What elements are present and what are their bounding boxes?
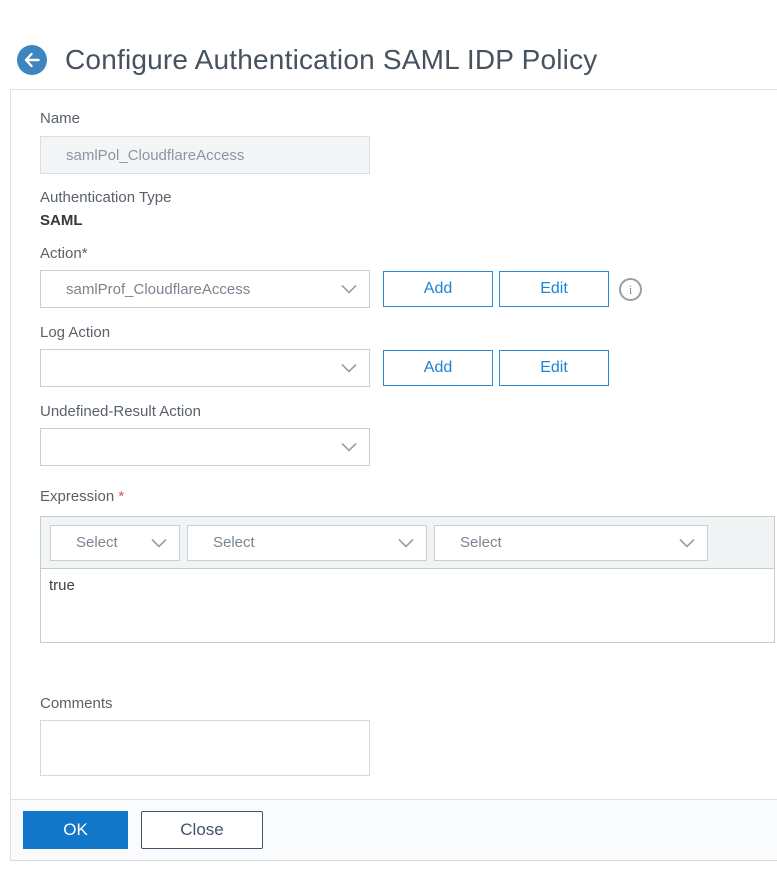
ok-button[interactable]: OK (23, 811, 128, 849)
action-select-value: samlProf_CloudflareAccess (66, 280, 251, 298)
footer-bar: OK Close (11, 799, 777, 861)
back-button[interactable] (17, 45, 47, 75)
action-select[interactable]: samlProf_CloudflareAccess (40, 270, 370, 308)
authentication-type-label: Authentication Type (40, 189, 172, 206)
page-title: Configure Authentication SAML IDP Policy (65, 44, 598, 75)
expression-builder: Select Select Select true (40, 516, 775, 643)
expression-label-text: Expression (40, 488, 115, 505)
chevron-down-icon (341, 442, 357, 452)
chevron-down-icon (679, 538, 695, 547)
comments-field-group: Comments (40, 695, 777, 776)
expression-select-3-placeholder: Select (460, 534, 502, 551)
undefined-result-action-select[interactable] (40, 428, 370, 466)
expression-select-2-placeholder: Select (213, 534, 255, 551)
name-field-group: Name (40, 110, 777, 174)
page: Configure Authentication SAML IDP Policy… (0, 0, 777, 861)
authentication-type-value: SAML (40, 212, 83, 229)
required-asterisk: * (118, 488, 125, 505)
form-content: Name Authentication Type SAML Action* sa… (11, 90, 777, 776)
page-header: Configure Authentication SAML IDP Policy (0, 0, 777, 89)
expression-toolbar: Select Select Select (41, 517, 774, 569)
close-button[interactable]: Close (141, 811, 263, 849)
name-input (40, 136, 370, 174)
expression-select-2[interactable]: Select (187, 524, 427, 561)
name-label: Name (40, 110, 81, 127)
info-icon[interactable]: i (619, 277, 642, 301)
comments-label: Comments (40, 695, 113, 712)
log-action-edit-button[interactable]: Edit (499, 350, 609, 386)
action-label: Action* (40, 245, 88, 262)
action-edit-button[interactable]: Edit (499, 271, 609, 307)
chevron-down-icon (341, 363, 357, 373)
comments-input[interactable] (40, 720, 370, 776)
chevron-down-icon (398, 538, 414, 547)
log-action-add-button[interactable]: Add (383, 350, 493, 386)
arrow-left-icon (24, 53, 40, 67)
expression-select-3[interactable]: Select (434, 524, 708, 561)
chevron-down-icon (151, 538, 167, 547)
log-action-label: Log Action (40, 324, 111, 341)
action-add-button[interactable]: Add (383, 271, 493, 307)
undefined-result-action-label: Undefined-Result Action (40, 403, 201, 420)
expression-label: Expression * (40, 488, 777, 506)
undefined-result-action-group: Undefined-Result Action (40, 403, 777, 466)
authentication-type-group: Authentication Type SAML (40, 189, 777, 229)
log-action-field-group: Log Action Add Edit (40, 324, 777, 387)
expression-input[interactable]: true (41, 569, 774, 642)
chevron-down-icon (341, 284, 357, 294)
expression-select-1[interactable]: Select (50, 524, 180, 561)
log-action-select[interactable] (40, 349, 370, 387)
expression-select-1-placeholder: Select (76, 534, 118, 551)
expression-field-group: Expression * Select Select Select true (40, 488, 777, 643)
action-field-group: Action* samlProf_CloudflareAccess Add Ed… (40, 245, 777, 308)
form-panel: Name Authentication Type SAML Action* sa… (10, 89, 777, 861)
